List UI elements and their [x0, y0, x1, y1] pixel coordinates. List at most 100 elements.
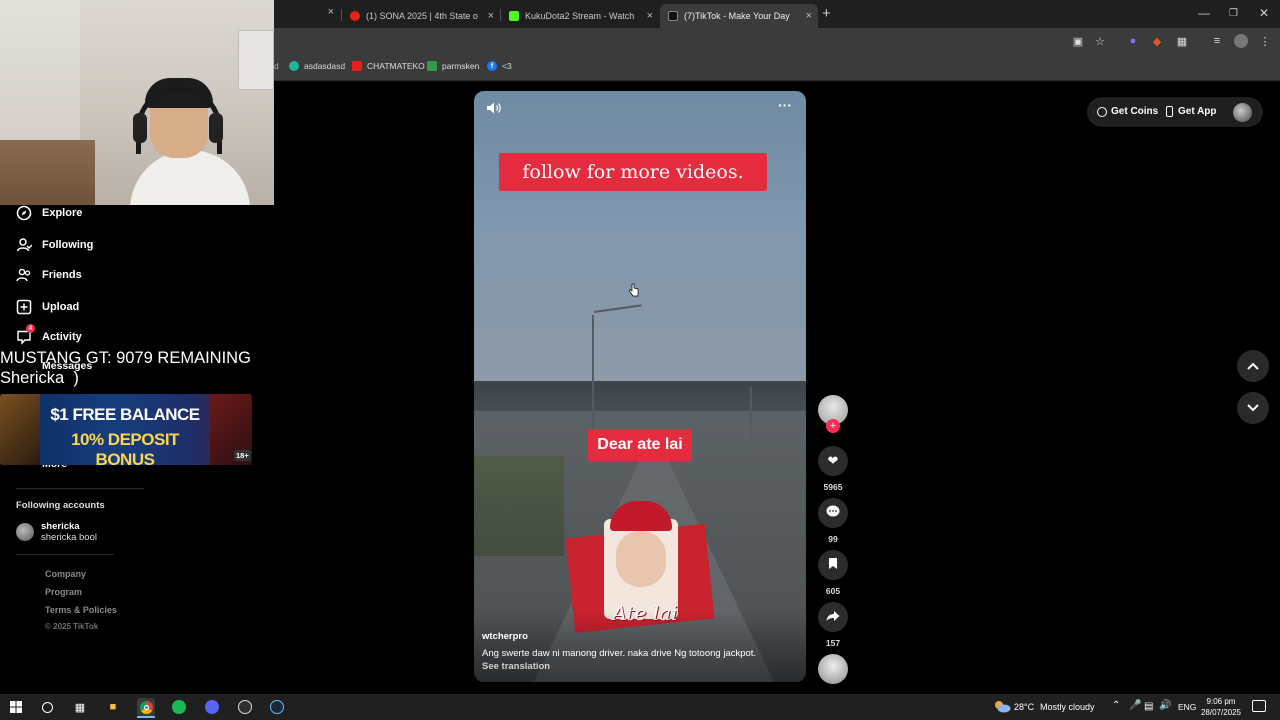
- obs-icon[interactable]: [236, 698, 254, 716]
- sidebar-item-label: Friends: [42, 269, 82, 281]
- task-view-icon[interactable]: ▦: [71, 698, 89, 716]
- share-button[interactable]: [818, 602, 848, 632]
- spotify-icon[interactable]: [170, 698, 188, 716]
- like-button[interactable]: ❤: [818, 446, 848, 476]
- bookmark-item[interactable]: CHATMATEKO: [352, 61, 425, 71]
- sticker-cap: [610, 501, 672, 531]
- media-icon[interactable]: ≡: [1210, 34, 1224, 48]
- language-indicator[interactable]: ENG: [1178, 702, 1196, 712]
- minimize-icon[interactable]: —: [1198, 6, 1210, 20]
- footer-link-program[interactable]: Program: [45, 587, 82, 597]
- user-avatar[interactable]: [1233, 103, 1252, 122]
- notification-icon[interactable]: [1252, 700, 1266, 712]
- microphone-icon[interactable]: 🎤: [1129, 700, 1141, 711]
- video-player[interactable]: ··· follow for more videos. Dear ate lai…: [474, 91, 806, 682]
- sidebar-item-label: Activity: [42, 331, 82, 343]
- cast-icon[interactable]: ▣: [1071, 34, 1085, 48]
- avatar: [16, 523, 34, 541]
- heart-icon: ❤: [827, 453, 839, 468]
- tiktok-icon: [668, 11, 678, 21]
- bookmark-partial[interactable]: d: [274, 61, 279, 71]
- activity-badge: 4: [26, 324, 35, 333]
- tab-kukudota[interactable]: KukuDota2 Stream - Watch Live ×: [501, 4, 659, 28]
- chrome-icon[interactable]: [137, 698, 155, 716]
- next-video-button[interactable]: [1237, 392, 1269, 424]
- windows-start-icon[interactable]: [7, 698, 25, 716]
- file-explorer-icon[interactable]: ■: [104, 698, 122, 716]
- sidebar-item-upload[interactable]: Upload: [16, 299, 79, 315]
- footer-link-terms[interactable]: Terms & Policies: [45, 605, 117, 615]
- chevron-down-icon: [1247, 404, 1259, 412]
- tab-tiktok[interactable]: (7)TikTok - Make Your Day ×: [660, 4, 818, 28]
- get-app-button[interactable]: Get App: [1166, 106, 1217, 117]
- weather-temp[interactable]: 28°C: [1014, 702, 1034, 712]
- clock-time[interactable]: 9:06 pm: [1198, 697, 1244, 706]
- profile-avatar[interactable]: [1234, 34, 1248, 48]
- comment-button[interactable]: [818, 498, 848, 528]
- volume-icon[interactable]: [486, 101, 502, 115]
- tab-close-button[interactable]: ×: [647, 10, 653, 22]
- get-coins-button[interactable]: Get Coins: [1097, 106, 1158, 117]
- menu-icon[interactable]: ⋮: [1258, 34, 1272, 48]
- sidebar-item-friends[interactable]: Friends: [16, 267, 82, 283]
- tab-sona[interactable]: (1) SONA 2025 | 4th State of the ×: [342, 4, 500, 28]
- restore-icon[interactable]: ❐: [1229, 8, 1238, 19]
- video-author[interactable]: wtcherpro: [482, 631, 528, 642]
- share-count: 157: [825, 638, 841, 648]
- bookmark-item[interactable]: parmsken: [427, 61, 479, 71]
- comment-count: 99: [828, 534, 838, 544]
- see-translation-link[interactable]: See translation: [482, 661, 550, 672]
- bookmark-icon: [289, 61, 299, 71]
- coin-icon: [1097, 106, 1107, 117]
- search-icon[interactable]: [38, 698, 56, 716]
- sidebar-item-label: Following: [42, 239, 94, 251]
- stream-goal-text: MUSTANG GT: 9079 REMAINING: [0, 349, 251, 367]
- active-indicator: [137, 716, 155, 718]
- ad-line-2: 10% DEPOSIT BONUS: [71, 430, 179, 465]
- like-count: 5965: [823, 482, 843, 492]
- tab-title: KukuDota2 Stream - Watch Live: [525, 11, 637, 21]
- phone-icon: [1166, 106, 1173, 117]
- star-icon[interactable]: ☆: [1093, 34, 1107, 48]
- tab-close-button[interactable]: ×: [488, 10, 494, 22]
- bookmark-item[interactable]: f <3: [487, 61, 512, 71]
- prev-video-button[interactable]: [1237, 350, 1269, 382]
- weather-desc[interactable]: Mostly cloudy: [1040, 702, 1095, 712]
- bookmark-icon: [828, 557, 838, 573]
- copyright: © 2025 TikTok: [45, 622, 99, 631]
- hand-cursor-icon: [629, 283, 639, 297]
- footer-link-company[interactable]: Company: [45, 569, 86, 579]
- save-button[interactable]: [818, 550, 848, 580]
- sidebar-item-following[interactable]: Following: [16, 237, 93, 253]
- stream-name-text: Shericka ): [0, 369, 79, 387]
- volume-tray-icon[interactable]: 🔊: [1159, 700, 1171, 711]
- get-app-label: Get App: [1178, 106, 1217, 117]
- close-window-icon[interactable]: ✕: [1259, 6, 1269, 20]
- share-icon: [826, 610, 840, 625]
- tab-close-button[interactable]: ×: [274, 6, 334, 18]
- tab-close-button[interactable]: ×: [806, 10, 812, 22]
- sidebar-item-label: Explore: [42, 207, 83, 219]
- bookmark-label: CHATMATEKO: [367, 61, 425, 71]
- extension-icon[interactable]: ●: [1126, 34, 1140, 48]
- more-options-icon[interactable]: ···: [778, 97, 792, 113]
- sidebar-item-activity[interactable]: 4 Activity: [16, 324, 82, 345]
- video-description: Ang swerte daw ni manong driver. naka dr…: [482, 648, 757, 659]
- tray-chevron-icon[interactable]: ⌃: [1112, 700, 1120, 711]
- puzzle-icon[interactable]: ▦: [1175, 34, 1189, 48]
- new-tab-button[interactable]: +: [822, 5, 831, 22]
- following-account[interactable]: shericka shericka bool: [16, 521, 97, 543]
- music-disc[interactable]: [818, 654, 848, 684]
- sticker-face: [616, 531, 666, 587]
- follow-plus-icon[interactable]: +: [826, 419, 840, 433]
- clock-date[interactable]: 28/07/2025: [1198, 708, 1244, 717]
- tab-title: (7)TikTok - Make Your Day: [684, 11, 790, 21]
- steam-icon[interactable]: [268, 698, 286, 716]
- bookmark-item[interactable]: asdasdasd: [289, 61, 345, 71]
- network-icon[interactable]: ▤: [1144, 701, 1153, 712]
- ad-banner[interactable]: $1 FREE BALANCE 10% DEPOSIT BONUS 18+: [0, 394, 252, 465]
- discord-icon[interactable]: [203, 698, 221, 716]
- tab-title: (1) SONA 2025 | 4th State of the: [366, 11, 478, 21]
- sidebar-item-explore[interactable]: Explore: [16, 205, 82, 221]
- extension-icon[interactable]: ◆: [1150, 34, 1164, 48]
